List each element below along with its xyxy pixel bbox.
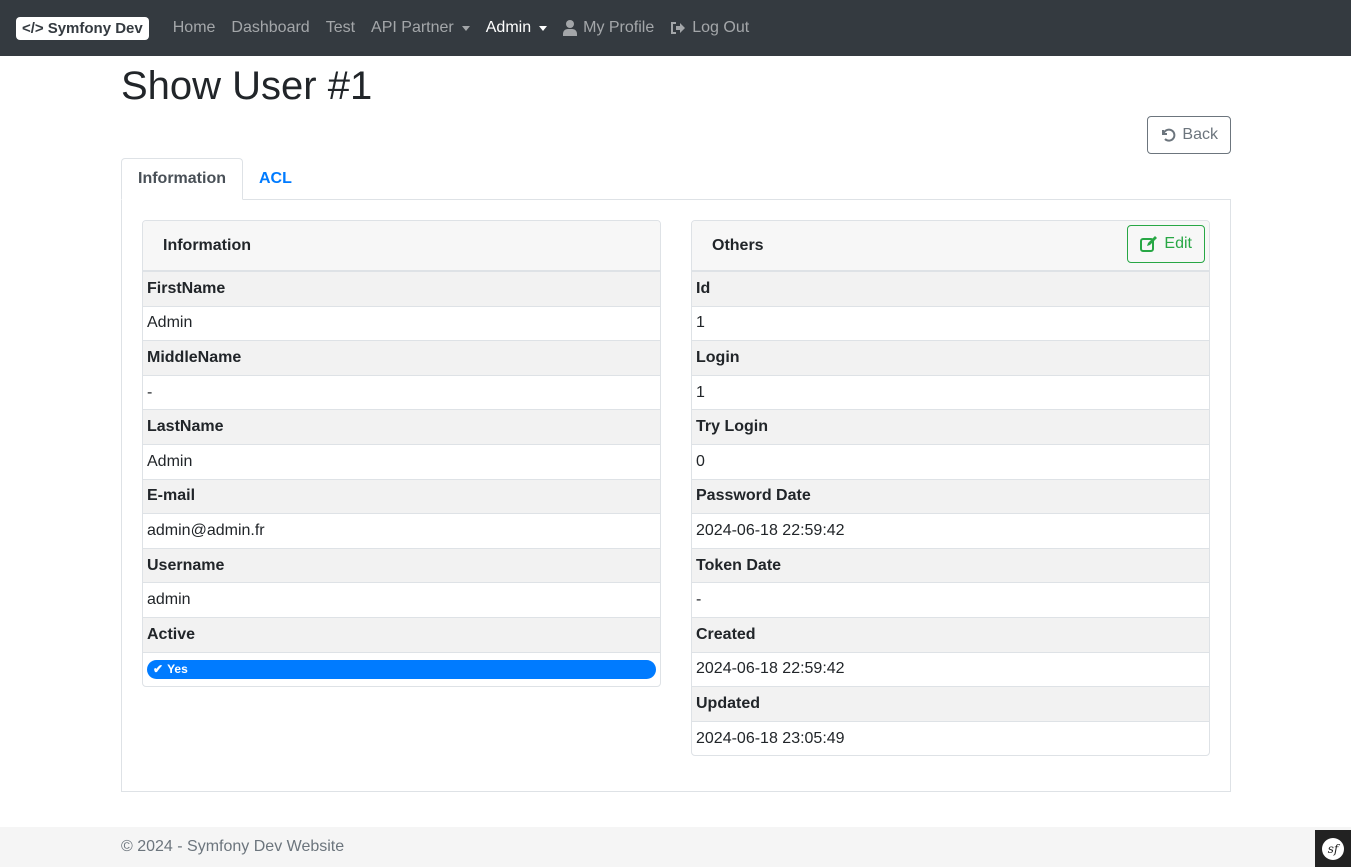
undo-icon: [1162, 128, 1176, 142]
edit-button[interactable]: Edit: [1127, 225, 1205, 263]
field-label: Created: [692, 616, 1209, 652]
brand-link[interactable]: </> Symfony Dev: [16, 16, 149, 40]
field-value: 2024-06-18 22:59:42: [692, 513, 1209, 548]
back-button[interactable]: Back: [1147, 116, 1231, 154]
card-header: Others Edit: [692, 221, 1209, 271]
field-value: -: [692, 582, 1209, 617]
caret-down-icon: [539, 25, 548, 31]
field-label: LastName: [143, 409, 660, 444]
field-label: Try Login: [692, 409, 1209, 444]
field-value: admin: [143, 582, 660, 617]
tab-acl[interactable]: ACL: [243, 158, 308, 200]
field-label: Token Date: [692, 547, 1209, 583]
nav-dashboard[interactable]: Dashboard: [223, 19, 317, 37]
field-label: MiddleName: [143, 340, 660, 375]
tabs: Information ACL: [121, 158, 308, 200]
tab-panel: Information FirstName Admin MiddleName - Las…: [121, 199, 1231, 792]
field-value: admin@admin.fr: [143, 513, 660, 548]
main-content: Show User #1 Back Information ACL Inform…: [121, 56, 1231, 792]
page-title: Show User #1: [121, 64, 373, 108]
field-value: Admin: [143, 305, 660, 341]
navbar: </> Symfony Dev Home Dashboard Test API P…: [0, 0, 1351, 56]
field-value: 2024-06-18 23:05:49: [692, 720, 1209, 756]
information-card: Information FirstName Admin MiddleName - Las…: [142, 220, 661, 688]
nav-home[interactable]: Home: [165, 19, 224, 37]
field-value: Admin: [143, 443, 660, 479]
user-icon: [563, 20, 578, 36]
nav-log-out[interactable]: Log Out: [662, 19, 757, 37]
nav-my-profile[interactable]: My Profile: [555, 19, 662, 37]
sign-out-icon: [671, 22, 686, 34]
footer: © 2024 - Symfony Dev Website: [0, 827, 1351, 867]
card-header: Information: [143, 221, 660, 271]
field-label: Active: [143, 616, 660, 652]
field-label: Password Date: [692, 478, 1209, 514]
others-card: Others Edit Id 1 Login 1 Try Login 0 Password …: [691, 220, 1210, 757]
field-value: 0: [692, 443, 1209, 479]
nav-admin[interactable]: Admin: [478, 19, 555, 37]
field-label: Updated: [692, 686, 1209, 721]
field-value: 1: [692, 374, 1209, 410]
field-value: 1: [692, 305, 1209, 341]
field-value: -: [143, 374, 660, 410]
field-label: Username: [143, 547, 660, 583]
field-label: E-mail: [143, 478, 660, 514]
check-icon: ✔: [153, 662, 164, 677]
symfony-logo-icon: sf: [1322, 837, 1344, 860]
field-label: FirstName: [143, 271, 660, 306]
tab-information[interactable]: Information: [121, 158, 243, 200]
nav-api-partner[interactable]: API Partner: [363, 19, 478, 37]
nav-test[interactable]: Test: [318, 19, 363, 37]
field-label: Id: [692, 271, 1209, 306]
field-value: 2024-06-18 22:59:42: [692, 651, 1209, 687]
symfony-toolbar-toggle[interactable]: sf: [1315, 830, 1351, 867]
caret-down-icon: [461, 25, 470, 31]
code-icon: </>: [22, 19, 44, 37]
active-badge: ✔ Yes: [147, 659, 656, 679]
field-label: Login: [692, 340, 1209, 375]
edit-icon: [1140, 236, 1158, 252]
